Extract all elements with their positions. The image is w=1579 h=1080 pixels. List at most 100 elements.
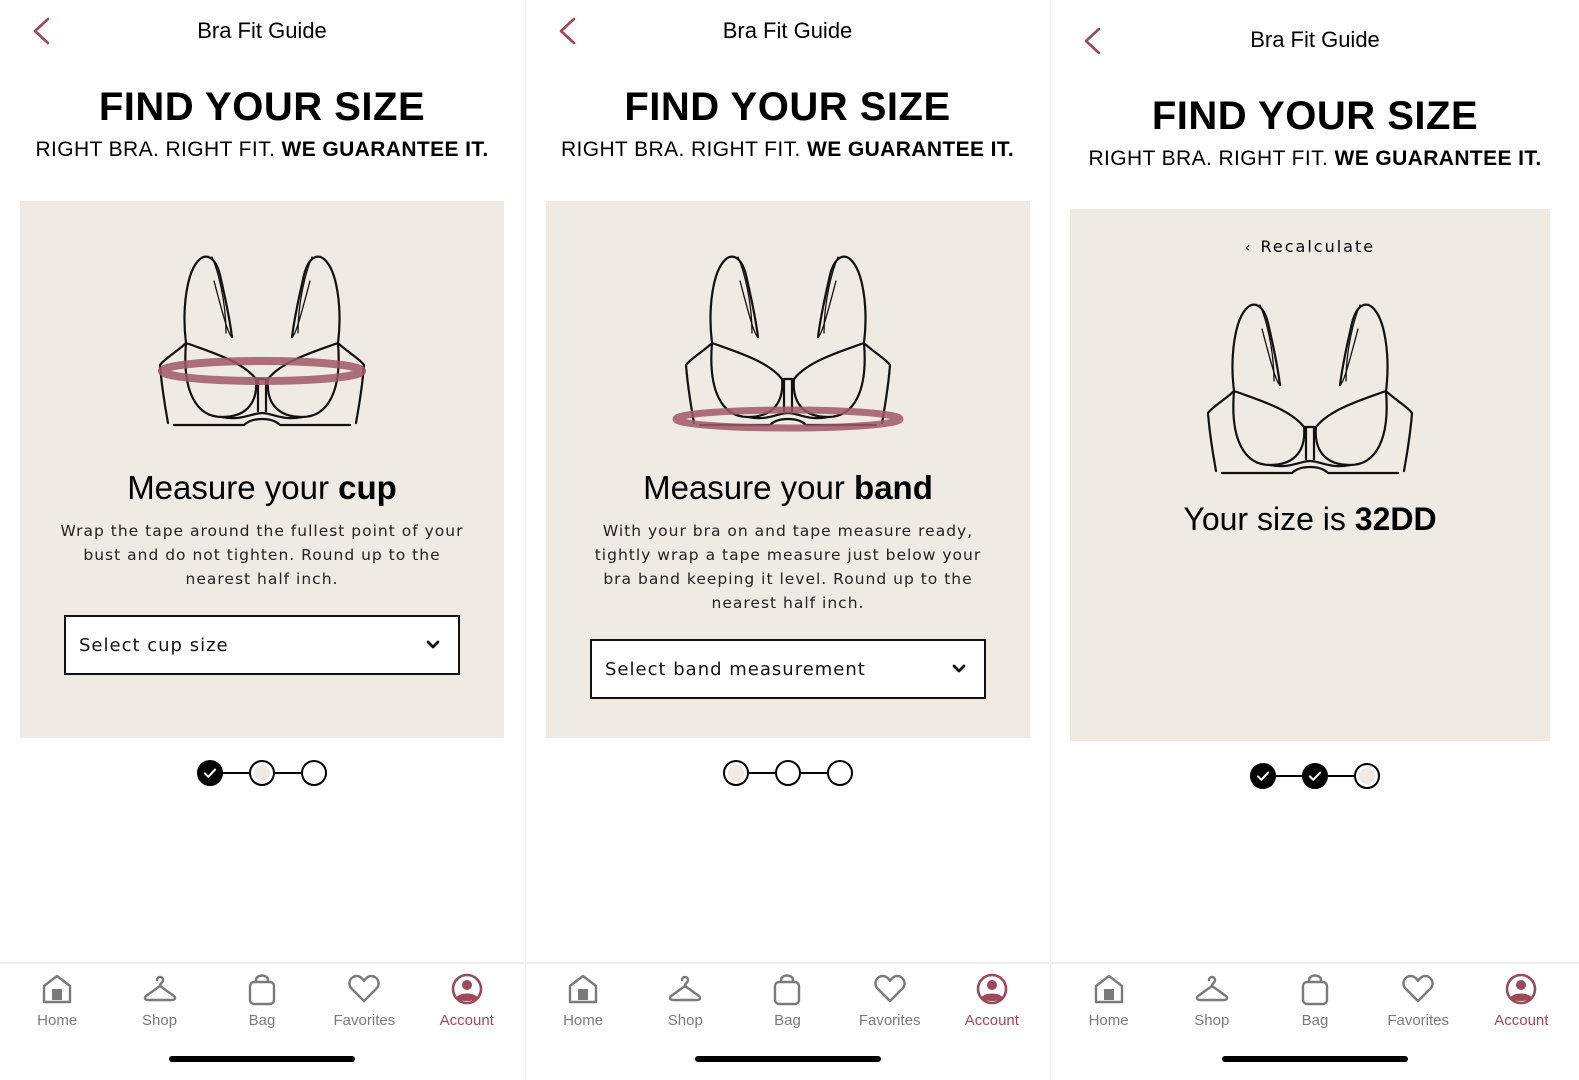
- result-card: ‹ Recalculate Your size is 32DD: [1070, 209, 1550, 741]
- hero-subtitle: RIGHT BRA. RIGHT FIT. WE GUARANTEE IT.: [0, 138, 524, 162]
- hero-subtitle-light: RIGHT BRA. RIGHT FIT.: [35, 138, 282, 161]
- select-placeholder: Select band measurement: [605, 658, 866, 680]
- hero: FIND YOUR SIZE RIGHT BRA. RIGHT FIT. WE …: [0, 84, 524, 162]
- tab-home[interactable]: Home: [533, 972, 633, 1029]
- tab-label: Favorites: [333, 1012, 396, 1029]
- tab-account[interactable]: Account: [1471, 972, 1571, 1029]
- tab-shop[interactable]: Shop: [1162, 972, 1262, 1029]
- size-result: Your size is 32DD: [1070, 501, 1550, 538]
- tab-bar: Home Shop Bag Favorites Account: [1051, 962, 1579, 1080]
- tab-home[interactable]: Home: [1059, 972, 1159, 1029]
- bag-icon: [770, 972, 804, 1006]
- hero-subtitle-bold: WE GUARANTEE IT.: [806, 138, 1015, 161]
- tab-favorites[interactable]: Favorites: [840, 972, 940, 1029]
- home-indicator[interactable]: [169, 1056, 355, 1062]
- check-icon: [1304, 763, 1326, 789]
- hero: FIND YOUR SIZE RIGHT BRA. RIGHT FIT. WE …: [526, 84, 1049, 162]
- tab-bag[interactable]: Bag: [212, 972, 312, 1029]
- hero-subtitle-light: RIGHT BRA. RIGHT FIT.: [1088, 147, 1335, 170]
- top-bar: Bra Fit Guide: [0, 0, 524, 62]
- bra-illustration-icon: [158, 255, 366, 427]
- screen-measure-band: Bra Fit Guide FIND YOUR SIZE RIGHT BRA. …: [525, 0, 1049, 1080]
- bra-illustration-icon: [1206, 303, 1414, 475]
- tab-account[interactable]: Account: [417, 972, 517, 1029]
- step-connector: [748, 772, 775, 774]
- step-description: With your bra on and tape measure ready,…: [594, 522, 982, 612]
- step-dot-2[interactable]: [249, 760, 275, 786]
- select-placeholder: Select cup size: [79, 634, 229, 656]
- tab-label: Shop: [1194, 1012, 1230, 1029]
- step-connector: [800, 772, 827, 774]
- hero-title: FIND YOUR SIZE: [624, 85, 951, 129]
- progress-stepper: [722, 760, 853, 786]
- page-title: Bra Fit Guide: [1250, 27, 1380, 52]
- tab-home[interactable]: Home: [7, 972, 107, 1029]
- screen-result: Bra Fit Guide FIND YOUR SIZE RIGHT BRA. …: [1050, 0, 1579, 1080]
- home-icon: [40, 972, 74, 1006]
- tab-label: Shop: [667, 1012, 703, 1029]
- step-connector: [275, 772, 301, 774]
- tab-shop[interactable]: Shop: [110, 972, 210, 1029]
- home-icon: [566, 972, 600, 1006]
- tab-favorites[interactable]: Favorites: [1368, 972, 1468, 1029]
- tab-bag[interactable]: Bag: [1265, 972, 1365, 1029]
- step-connector: [1276, 775, 1302, 777]
- result-text: Your size is: [1183, 501, 1355, 537]
- hero: FIND YOUR SIZE RIGHT BRA. RIGHT FIT. WE …: [1051, 93, 1579, 171]
- heart-icon: [1401, 972, 1435, 1006]
- step-dot-1[interactable]: [722, 760, 749, 786]
- chevron-down-icon: [426, 640, 440, 650]
- tab-label: Favorites: [1387, 1012, 1449, 1029]
- home-indicator[interactable]: [1222, 1056, 1408, 1062]
- tab-bar: Home Shop Bag Favorites Account: [526, 962, 1049, 1080]
- tab-label: Bag: [774, 1012, 801, 1029]
- step-dot-3[interactable]: [1354, 763, 1380, 789]
- bra-illustration-icon: [672, 255, 904, 432]
- hero-subtitle-light: RIGHT BRA. RIGHT FIT.: [560, 138, 807, 161]
- heart-icon: [347, 972, 381, 1006]
- progress-stepper: [197, 760, 327, 786]
- recalculate-link[interactable]: ‹ Recalculate: [1070, 237, 1550, 256]
- chevron-down-icon: [952, 664, 966, 674]
- step-dot-2[interactable]: [1302, 763, 1328, 789]
- check-icon: [199, 760, 221, 786]
- step-dot-2[interactable]: [774, 760, 801, 786]
- screen-measure-cup: Bra Fit Guide FIND YOUR SIZE RIGHT BRA. …: [0, 0, 524, 1080]
- step-dot-3[interactable]: [301, 760, 327, 786]
- step-title-bold: cup: [338, 469, 397, 506]
- page-title: Bra Fit Guide: [722, 18, 853, 43]
- tab-label: Shop: [142, 1012, 178, 1029]
- progress-stepper: [1250, 763, 1380, 789]
- band-measurement-select[interactable]: Select band measurement: [590, 639, 986, 699]
- home-indicator[interactable]: [694, 1056, 881, 1062]
- heart-icon: [873, 972, 907, 1006]
- hero-subtitle-bold: WE GUARANTEE IT.: [1334, 147, 1542, 170]
- tab-label: Bag: [1301, 1012, 1329, 1029]
- step-connector: [223, 772, 249, 774]
- tab-label: Home: [37, 1012, 78, 1029]
- tab-shop[interactable]: Shop: [635, 972, 735, 1029]
- step-title-bold: band: [854, 469, 933, 506]
- tab-label: Favorites: [858, 1012, 921, 1029]
- tab-bag[interactable]: Bag: [737, 972, 837, 1029]
- top-bar: Bra Fit Guide: [1051, 0, 1579, 72]
- cup-size-select[interactable]: Select cup size: [64, 615, 460, 675]
- hero-title: FIND YOUR SIZE: [1151, 94, 1479, 138]
- step-dot-1[interactable]: [1250, 763, 1276, 789]
- tab-favorites[interactable]: Favorites: [314, 972, 414, 1029]
- tab-label: Account: [439, 1012, 494, 1029]
- tab-label: Account: [964, 1012, 1019, 1029]
- step-dot-1[interactable]: [197, 760, 223, 786]
- bust-tape-highlight: [158, 357, 366, 385]
- hanger-icon: [143, 972, 177, 1006]
- hero-title: FIND YOUR SIZE: [98, 85, 426, 129]
- top-bar: Bra Fit Guide: [526, 0, 1049, 62]
- step-card: Measure your band With your bra on and t…: [546, 201, 1030, 738]
- recalculate-label: Recalculate: [1260, 237, 1376, 256]
- tab-label: Account: [1494, 1012, 1549, 1029]
- step-title: Measure your cup: [20, 469, 504, 507]
- check-icon: [1252, 763, 1274, 789]
- step-title: Measure your band: [546, 469, 1030, 507]
- step-dot-3[interactable]: [826, 760, 853, 786]
- tab-account[interactable]: Account: [942, 972, 1042, 1029]
